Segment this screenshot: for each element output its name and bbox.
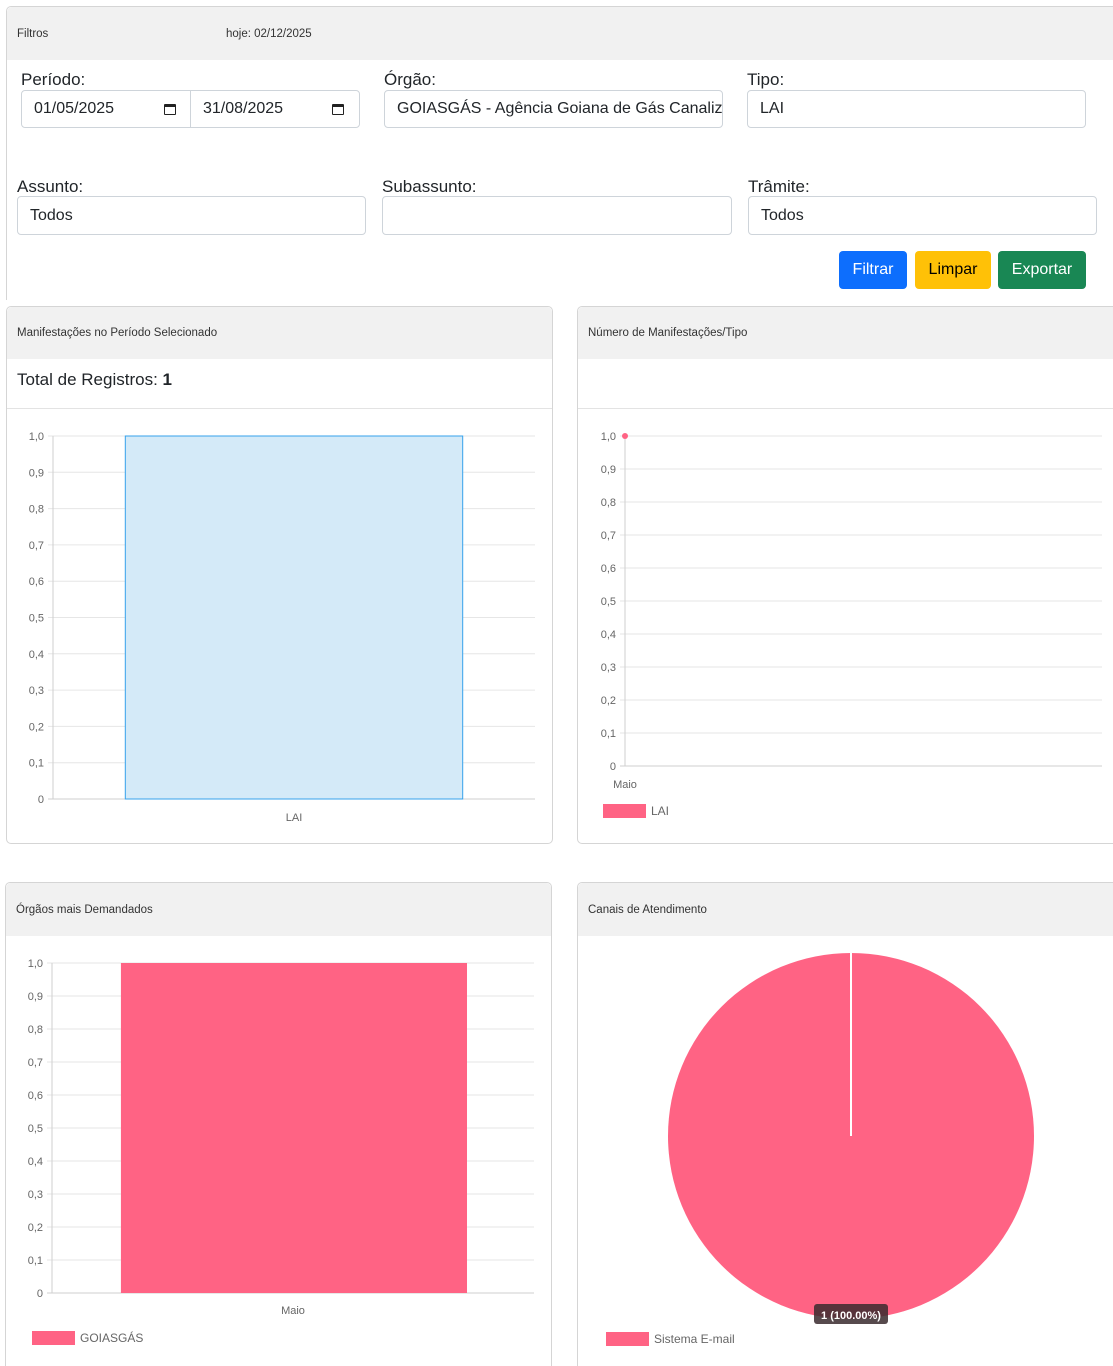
y-tick-label: 0,3 xyxy=(28,1189,43,1201)
assunto-select[interactable]: Todos xyxy=(17,196,366,235)
data-point xyxy=(622,433,628,439)
date-end-value: 31/08/2025 xyxy=(203,100,284,117)
y-tick-label: 0,7 xyxy=(28,1057,43,1069)
calendar-icon[interactable] xyxy=(332,104,344,115)
y-tick-label: 0,4 xyxy=(29,649,44,661)
tramite-label: Trâmite: xyxy=(748,177,810,196)
y-tick-label: 0,1 xyxy=(29,758,44,770)
periodo-label: Período: xyxy=(21,70,86,89)
y-tick-label: 0,8 xyxy=(29,504,44,516)
canais-title: Canais de Atendimento xyxy=(588,903,707,916)
y-tick-label: 0,4 xyxy=(28,1156,43,1168)
total-value: 1 xyxy=(162,370,172,389)
x-tick-label: Maio xyxy=(281,1305,305,1317)
tipo-select[interactable]: LAI xyxy=(747,90,1086,128)
y-tick-label: 0,7 xyxy=(601,530,616,542)
y-tick-label: 0,9 xyxy=(601,464,616,476)
orgaos-title: Órgãos mais Demandados xyxy=(16,903,153,916)
assunto-label: Assunto: xyxy=(17,177,84,196)
manifestacoes-bar-chart: 0 0,1 0,2 0,3 0,4 0,5 0,6 0,7 0,8 0,9 1,0 LAI xyxy=(29,431,535,824)
tipo-label: Tipo: xyxy=(747,70,785,89)
filtrar-button[interactable]: Filtrar xyxy=(839,251,907,289)
orgaos-bar-chart: 0 0,1 0,2 0,3 0,4 0,5 0,6 0,7 0,8 0,9 1,0 Maio GOIAS… xyxy=(28,958,534,1345)
y-tick-label: 0,6 xyxy=(601,563,616,575)
y-tick-label: 0,2 xyxy=(29,721,44,733)
y-tick-label: 0 xyxy=(610,761,616,773)
por-tipo-line-chart: 0 0,1 0,2 0,3 0,4 0,5 0,6 0,7 0,8 0,9 1,0 Maio LAI xyxy=(601,431,1102,818)
subassunto-select[interactable] xyxy=(382,196,732,235)
legend-swatch xyxy=(32,1331,75,1345)
y-tick-label: 0,3 xyxy=(601,662,616,674)
x-tick-label: Maio xyxy=(613,779,637,791)
assunto-value: Todos xyxy=(30,206,73,224)
y-tick-label: 0,1 xyxy=(28,1255,43,1267)
manifestacoes-title: Manifestações no Período Selecionado xyxy=(17,327,218,339)
today-date: hoje: 02/12/2025 xyxy=(226,27,312,40)
y-tick-label: 0,5 xyxy=(28,1123,43,1135)
date-start-input[interactable]: 01/05/2025 xyxy=(22,91,191,127)
legend-swatch xyxy=(606,1332,649,1346)
y-tick-label: 0,9 xyxy=(29,467,44,479)
y-tick-label: 0 xyxy=(37,1288,43,1300)
date-end-input[interactable]: 31/08/2025 xyxy=(191,91,359,127)
orgao-value: GOIASGÁS - Agência Goiana de Gás Canaliz… xyxy=(397,100,723,117)
total-registros: Total de Registros: 1 xyxy=(17,370,172,390)
y-tick-label: 0,6 xyxy=(28,1090,43,1102)
canais-header: Canais de Atendimento xyxy=(578,883,1113,936)
y-tick-label: 0,2 xyxy=(28,1222,43,1234)
date-range-group: 01/05/2025 31/08/2025 xyxy=(21,90,360,128)
tramite-value: Todos xyxy=(761,206,804,224)
legend-label: Sistema E-mail xyxy=(654,1332,735,1346)
por-tipo-title: Número de Manifestações/Tipo xyxy=(588,327,748,339)
por-tipo-header: Número de Manifestações/Tipo xyxy=(578,307,1113,359)
y-tick-label: 0,2 xyxy=(601,695,616,707)
y-tick-label: 0 xyxy=(38,794,44,806)
y-tick-label: 0,9 xyxy=(28,991,43,1003)
y-tick-label: 1,0 xyxy=(28,958,43,970)
canais-panel: Canais de Atendimento 1 (100.00%) Sistema… xyxy=(577,882,1113,1366)
y-tick-label: 0,6 xyxy=(29,576,44,588)
y-tick-label: 0,7 xyxy=(29,540,44,552)
legend-label: LAI xyxy=(651,804,669,818)
y-tick-label: 1,0 xyxy=(29,431,44,443)
orgaos-panel: Órgãos mais Demandados 0 0,1 0,2 0,3 0,4 0,5 0… xyxy=(5,882,552,1366)
tipo-value: LAI xyxy=(760,100,785,117)
subassunto-label: Subassunto: xyxy=(382,177,477,196)
orgaos-header: Órgãos mais Demandados xyxy=(6,883,551,936)
total-label: Total de Registros: xyxy=(17,370,163,389)
filters-title: Filtros xyxy=(17,27,49,40)
y-tick-label: 0,8 xyxy=(601,497,616,509)
y-tick-label: 1,0 xyxy=(601,431,616,443)
y-tick-label: 0,5 xyxy=(601,596,616,608)
exportar-button[interactable]: Exportar xyxy=(998,251,1086,289)
date-start-value: 01/05/2025 xyxy=(34,100,115,117)
calendar-icon[interactable] xyxy=(164,104,176,115)
limpar-button[interactable]: Limpar xyxy=(915,251,991,289)
y-tick-label: 0,4 xyxy=(601,629,616,641)
legend-label: GOIASGÁS xyxy=(80,1330,143,1345)
legend-swatch xyxy=(603,804,646,818)
tramite-select[interactable]: Todos xyxy=(748,196,1097,235)
data-label: 1 (100.00%) xyxy=(821,1310,881,1322)
orgao-label: Órgão: xyxy=(384,70,436,89)
bar xyxy=(124,435,464,800)
orgao-select[interactable]: GOIASGÁS - Agência Goiana de Gás Canaliz… xyxy=(384,90,723,128)
canais-pie-chart: 1 (100.00%) Sistema E-mail xyxy=(606,953,1034,1346)
y-tick-label: 0,3 xyxy=(29,685,44,697)
y-tick-label: 0,1 xyxy=(601,728,616,740)
filters-header: Filtros hoje: 02/12/2025 xyxy=(7,7,1113,60)
y-tick-label: 0,8 xyxy=(28,1024,43,1036)
manifestacoes-header: Manifestações no Período Selecionado xyxy=(7,307,552,359)
bar xyxy=(120,963,468,1293)
manifestacoes-panel: Manifestações no Período Selecionado Tot… xyxy=(6,306,553,844)
y-tick-label: 0,5 xyxy=(29,613,44,625)
x-tick-label: LAI xyxy=(286,812,303,824)
por-tipo-panel: Número de Manifestações/Tipo 0 0,1 0,2 0,3 0… xyxy=(577,306,1113,844)
